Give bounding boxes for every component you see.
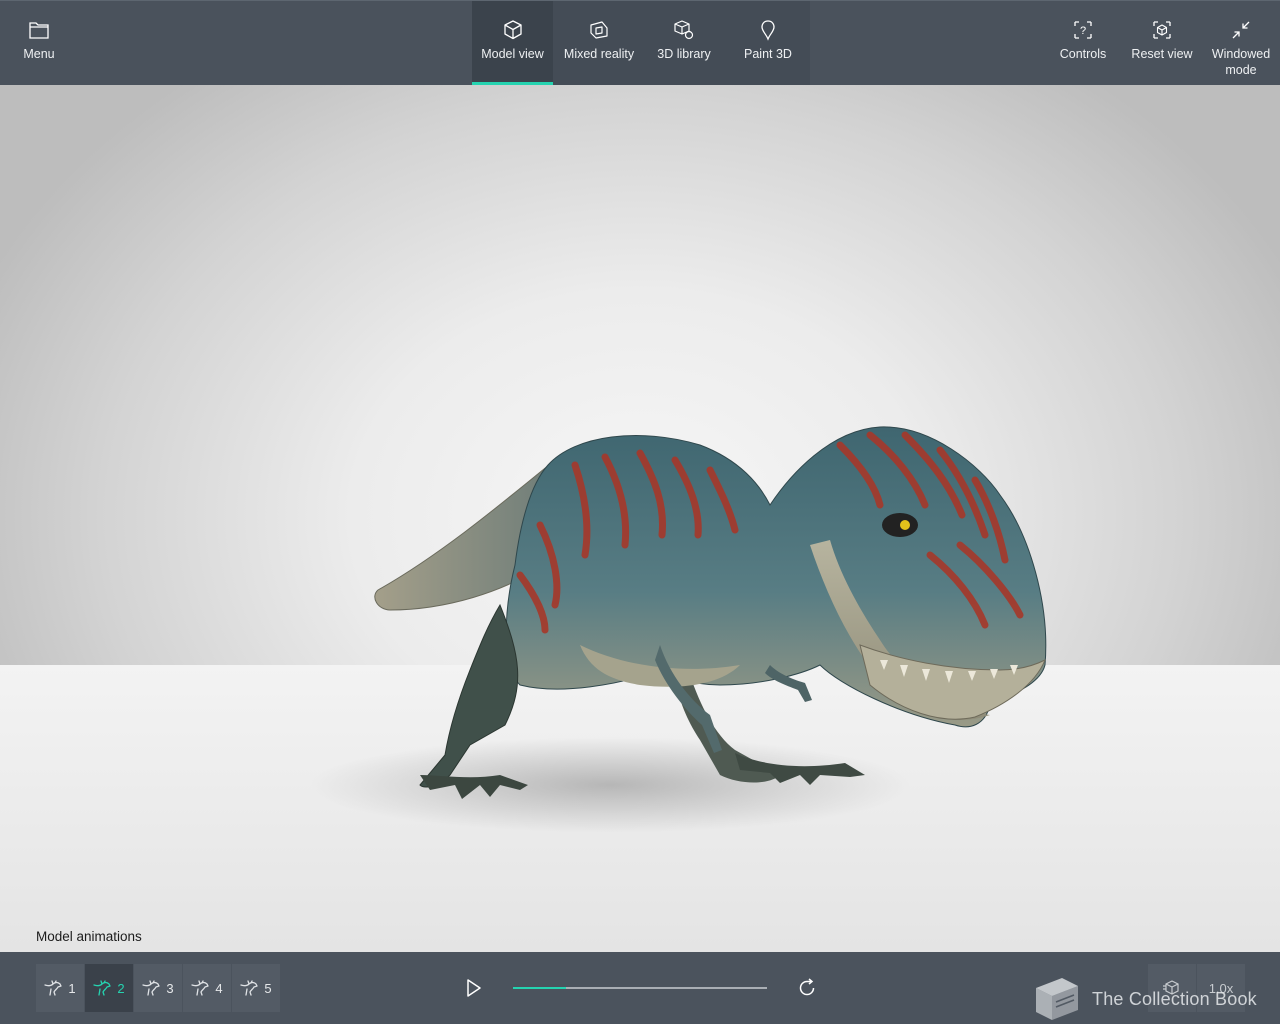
dinosaur-icon (93, 980, 112, 996)
windowed-mode-button[interactable]: Windowed mode (1206, 1, 1276, 86)
cube-icon (503, 20, 522, 40)
tab-3d-library[interactable]: 3D library (642, 1, 726, 86)
reset-view-icon (1153, 21, 1171, 39)
model-viewport[interactable]: Model animations (0, 85, 1280, 952)
animation-button-1[interactable]: 1 (36, 964, 84, 1012)
tab-3d-library-label: 3D library (657, 47, 711, 61)
animation-list: 1 2 3 4 5 (36, 964, 281, 1012)
restart-animation-button[interactable] (792, 973, 822, 1003)
animation-button-label: 4 (215, 980, 223, 996)
play-icon (467, 979, 481, 997)
tab-mixed-reality-label: Mixed reality (563, 47, 635, 61)
animation-button-3[interactable]: 3 (134, 964, 182, 1012)
reset-view-label: Reset view (1131, 47, 1193, 61)
top-toolbar: Menu Model view Mixed reality 3D library (0, 0, 1280, 86)
svg-text:?: ? (1080, 25, 1086, 37)
animation-button-5[interactable]: 5 (232, 964, 280, 1012)
book-icon (1036, 978, 1078, 1020)
windowed-mode-label-line1: Windowed (1211, 47, 1271, 61)
paint3d-icon (761, 20, 775, 41)
tab-mixed-reality[interactable]: Mixed reality (557, 1, 641, 86)
controls-label: Controls (1059, 47, 1107, 61)
animation-button-label: 3 (166, 980, 174, 996)
menu-button[interactable]: Menu (14, 1, 64, 86)
collapse-arrows-icon (1232, 21, 1250, 39)
library-icon (674, 20, 694, 40)
view-tabs: Model view Mixed reality 3D library Pain… (472, 1, 810, 86)
reset-view-button[interactable]: Reset view (1128, 1, 1196, 86)
tab-model-view[interactable]: Model view (472, 1, 553, 86)
animation-button-label: 5 (264, 980, 272, 996)
mixed-reality-icon (590, 21, 608, 39)
tab-model-view-label: Model view (481, 47, 544, 61)
menu-label: Menu (23, 47, 55, 61)
model-shadow (310, 737, 910, 833)
animation-button-2[interactable]: 2 (85, 964, 133, 1012)
dinosaur-model[interactable] (0, 85, 1280, 952)
tab-paint-3d[interactable]: Paint 3D (726, 1, 810, 86)
refresh-icon (799, 978, 815, 996)
animation-progress-fill (513, 987, 567, 989)
animation-progress-track[interactable] (513, 987, 767, 989)
animation-button-label: 2 (117, 980, 125, 996)
windowed-mode-label: Windowed mode (1212, 46, 1270, 78)
tab-paint-3d-label: Paint 3D (744, 47, 792, 61)
dinosaur-icon (44, 980, 63, 996)
controls-button[interactable]: ? Controls (1052, 1, 1114, 86)
dinosaur-icon (191, 980, 210, 996)
animation-button-4[interactable]: 4 (183, 964, 231, 1012)
dinosaur-icon (240, 980, 259, 996)
controls-help-icon: ? (1074, 21, 1092, 39)
watermark: The Collection Book (1028, 974, 1274, 1024)
dinosaur-icon (142, 980, 161, 996)
windowed-mode-label-line2: mode (1225, 63, 1257, 77)
play-button[interactable] (458, 970, 490, 1006)
model-animations-title: Model animations (36, 929, 142, 944)
animation-button-label: 1 (68, 980, 76, 996)
watermark-text: The Collection Book (1092, 988, 1257, 1009)
model-iris (900, 520, 910, 530)
folder-icon (29, 22, 49, 39)
